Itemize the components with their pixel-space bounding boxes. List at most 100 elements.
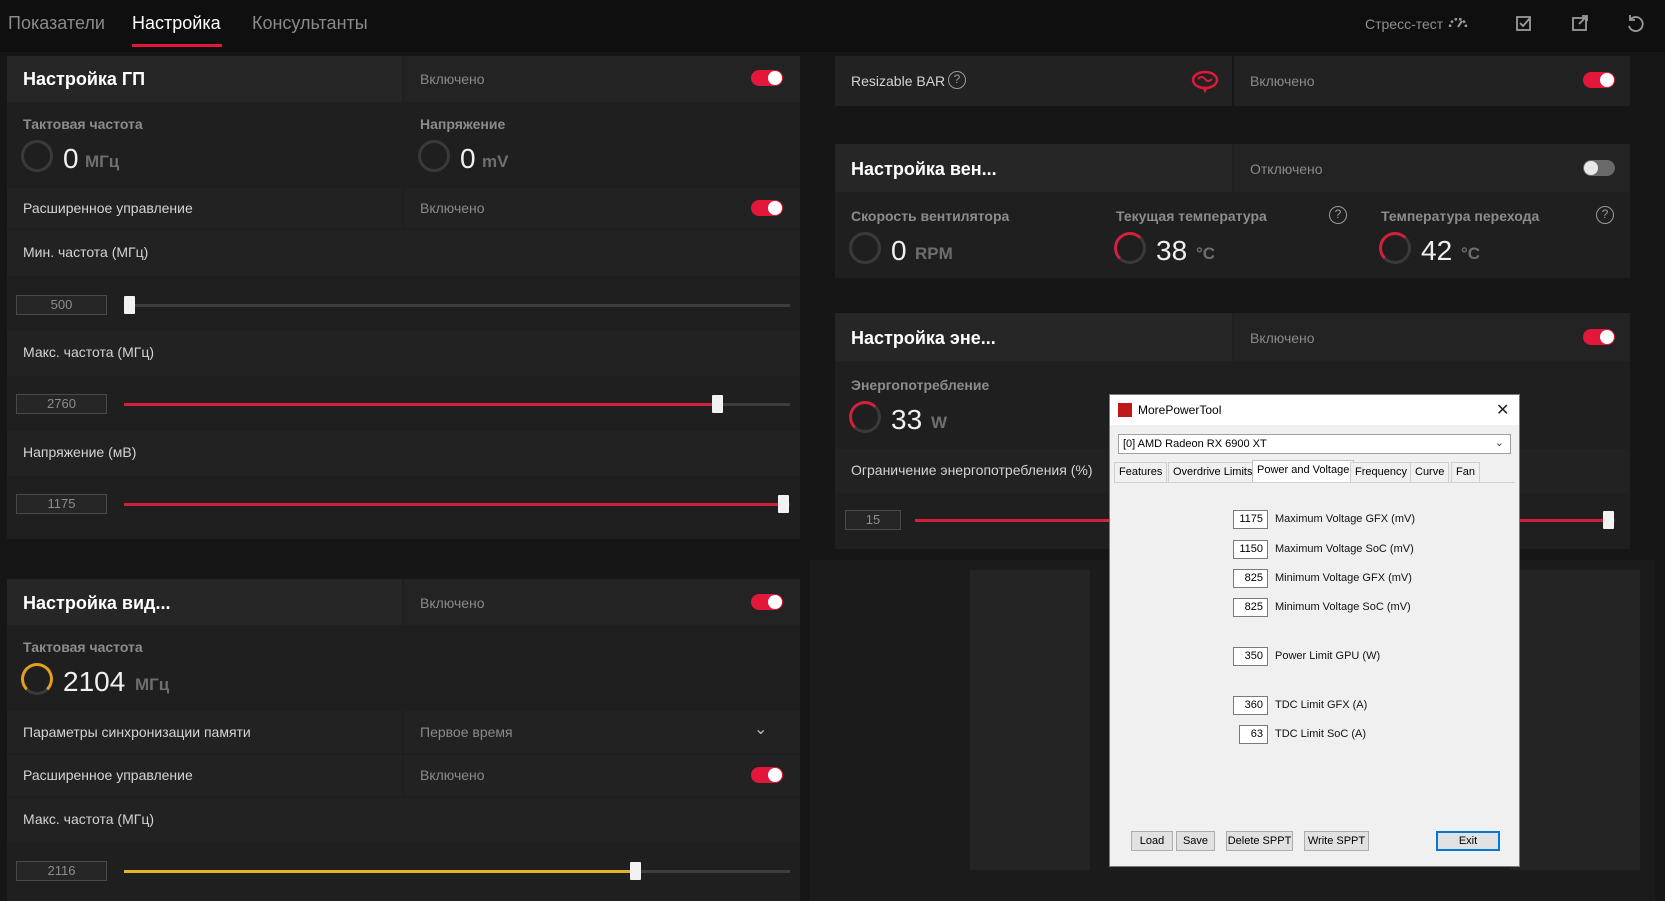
gpu-advanced-toggle[interactable] [751, 200, 783, 216]
tab-advisors[interactable]: Консультанты [252, 13, 368, 34]
vram-max-freq-row: Макс. частота (МГц) [7, 798, 800, 842]
min-freq-slider-track[interactable] [124, 304, 790, 307]
junction-temp-unit: °C [1461, 244, 1481, 263]
vram-advanced-label: Расширенное управление [23, 767, 193, 783]
vram-max-freq-slider-fill [124, 870, 636, 873]
min-freq-slider-thumb[interactable] [124, 296, 135, 314]
max-voltage-soc-input[interactable]: 1150 [1233, 540, 1268, 559]
max-freq-input[interactable]: 2760 [16, 394, 107, 414]
fan-speed-value: 0 [891, 235, 907, 266]
power-limit-input[interactable]: 15 [845, 510, 901, 530]
power-unit: W [931, 413, 948, 432]
power-tuning-toggle[interactable] [1583, 329, 1615, 345]
tdc-limit-soc-label: TDC Limit SoC (A) [1275, 728, 1367, 740]
vram-max-freq-slider-thumb[interactable] [630, 862, 641, 880]
device-select[interactable]: [0] AMD Radeon RX 6900 XT ⌄ [1118, 434, 1511, 454]
active-tab-indicator [132, 44, 222, 47]
mem-timing-dropdown[interactable]: Первое время ⌄ [404, 711, 800, 753]
top-navigation: Показатели Настройка Консультанты Стресс… [0, 0, 1665, 52]
gpu-voltage-unit: mV [482, 152, 509, 171]
voltage-mv-slider-thumb[interactable] [778, 495, 789, 513]
fan-speed-label: Скорость вентилятора [851, 208, 1010, 224]
tab-metrics[interactable]: Показатели [8, 13, 105, 34]
fan-tuning-state-cell: Отключено [1234, 144, 1630, 192]
voltage-mv-slider-fill [124, 503, 784, 506]
exit-button[interactable]: Exit [1436, 831, 1500, 851]
fan-tuning-state: Отключено [1250, 161, 1323, 177]
tdc-limit-soc-input[interactable]: 63 [1239, 725, 1268, 744]
junction-temp-cell: Температура перехода ? 42 °C [1365, 194, 1630, 278]
power-voltage-page: 1175 Maximum Voltage GFX (mV) 1150 Maxim… [1114, 482, 1515, 862]
write-sppt-button[interactable]: Write SPPT [1304, 831, 1369, 851]
divider [1232, 56, 1234, 106]
tab-curve[interactable]: Curve [1410, 462, 1450, 482]
min-freq-input[interactable]: 500 [16, 295, 107, 315]
tab-fan[interactable]: Fan [1451, 462, 1480, 482]
gpu-tuning-panel: Настройка ГП Включено Тактовая частота 0… [7, 56, 800, 539]
window-title: MorePowerTool [1138, 403, 1222, 417]
vram-max-freq-label: Макс. частота (МГц) [23, 811, 154, 827]
power-limit-label: Ограничение энергопотребления (%) [851, 462, 1093, 478]
gpu-advanced-label: Расширенное управление [23, 200, 193, 216]
device-select-value: [0] AMD Radeon RX 6900 XT [1123, 438, 1267, 450]
resizable-bar-state: Включено [1250, 73, 1315, 89]
reset-icon[interactable] [1624, 12, 1646, 34]
fan-speed-cell: Скорость вентилятора 0 RPM [835, 194, 1098, 278]
power-limit-gpu-input[interactable]: 350 [1233, 647, 1268, 666]
power-limit-gpu-label: Power Limit GPU (W) [1275, 650, 1381, 662]
tdc-limit-gfx-input[interactable]: 360 [1233, 696, 1268, 715]
profile-check-icon[interactable] [1513, 12, 1535, 34]
tab-power-and-voltage[interactable]: Power and Voltage [1252, 460, 1355, 483]
close-icon[interactable]: ✕ [1496, 400, 1509, 420]
junction-temp-label: Температура перехода [1381, 208, 1540, 224]
chevron-down-icon: ⌄ [1494, 437, 1504, 449]
vram-tuning-title: Настройка вид... [23, 593, 171, 613]
vram-clock-value: 2104 [63, 666, 126, 697]
max-voltage-gfx-input[interactable]: 1175 [1233, 510, 1268, 529]
min-voltage-soc-label: Minimum Voltage SoC (mV) [1275, 601, 1411, 613]
voltage-mv-input[interactable]: 1175 [16, 494, 107, 514]
gpu-tuning-toggle[interactable] [751, 70, 783, 86]
gpu-clock-unit: МГц [85, 152, 120, 171]
gauge-icon[interactable] [1447, 12, 1469, 34]
tab-features[interactable]: Features [1114, 462, 1168, 482]
power-gauge [849, 401, 881, 433]
load-button[interactable]: Load [1131, 831, 1173, 851]
vram-advanced-toggle[interactable] [751, 767, 783, 783]
tab-frequency[interactable]: Frequency [1350, 462, 1412, 482]
fan-speed-unit: RPM [915, 244, 953, 263]
save-button[interactable]: Save [1176, 831, 1215, 851]
resizable-bar-label: Resizable BAR [851, 73, 946, 89]
min-voltage-gfx-input[interactable]: 825 [1233, 569, 1268, 588]
resizable-bar-toggle[interactable] [1583, 72, 1615, 88]
vram-clock-gauge [21, 663, 53, 695]
mem-timing-row: Параметры синхронизации памяти [7, 711, 402, 753]
fan-speed-gauge [849, 232, 881, 264]
min-voltage-soc-input[interactable]: 825 [1233, 598, 1268, 617]
vram-tuning-state-cell: Включено [404, 579, 800, 625]
cur-temp-unit: °C [1196, 244, 1216, 263]
help-icon[interactable]: ? [1329, 206, 1347, 224]
cur-temp-label: Текущая температура [1116, 208, 1267, 224]
tab-tuning[interactable]: Настройка [132, 13, 221, 34]
power-limit-slider-thumb[interactable] [1603, 511, 1614, 529]
stress-test-label[interactable]: Стресс-тест [1365, 16, 1443, 32]
help-icon[interactable]: ? [1596, 206, 1614, 224]
fan-tuning-header: Настройка вен... [835, 144, 1232, 192]
gpu-advanced-state-cell: Включено [404, 188, 800, 228]
vram-max-freq-input[interactable]: 2116 [16, 861, 107, 881]
mem-timing-label: Параметры синхронизации памяти [23, 724, 251, 740]
min-freq-label: Мин. частота (МГц) [23, 244, 149, 260]
export-icon[interactable] [1569, 12, 1591, 34]
window-titlebar[interactable]: MorePowerTool ✕ [1110, 395, 1519, 425]
power-value: 33 [891, 404, 923, 435]
cur-temp-value: 38 [1156, 235, 1188, 266]
delete-sppt-button[interactable]: Delete SPPT [1226, 831, 1293, 851]
help-icon[interactable]: ? [948, 71, 966, 89]
max-freq-slider-thumb[interactable] [712, 395, 723, 413]
fan-tuning-toggle[interactable] [1583, 160, 1615, 176]
tab-overdrive-limits[interactable]: Overdrive Limits [1168, 462, 1258, 482]
vram-tuning-toggle[interactable] [751, 594, 783, 610]
vram-tuning-header: Настройка вид... [7, 579, 402, 625]
vram-advanced-row: Расширенное управление [7, 755, 402, 796]
